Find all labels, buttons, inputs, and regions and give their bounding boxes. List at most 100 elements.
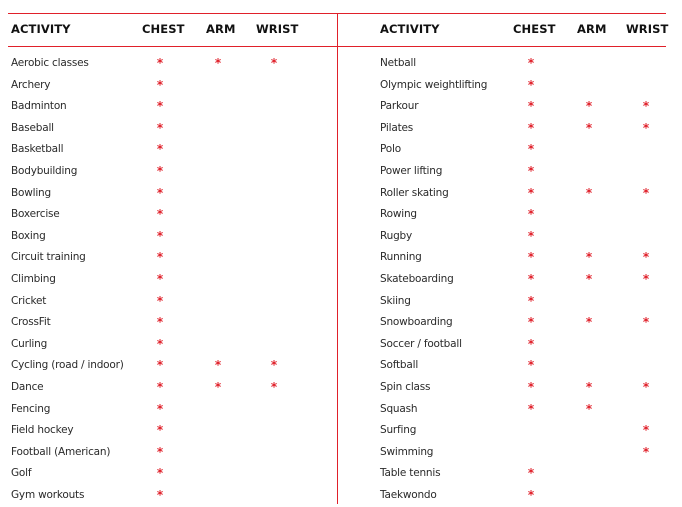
chest-mark-icon: * xyxy=(527,380,535,394)
activity-name: Netball xyxy=(380,57,416,69)
table-row: Table tennis * xyxy=(380,463,680,485)
activity-name: Baseball xyxy=(11,121,54,134)
table-row: Olympic weightlifting * xyxy=(380,75,680,97)
arm-mark-icon: * xyxy=(585,99,593,114)
activity-name: Swimming xyxy=(380,445,434,458)
chest-mark-icon: * xyxy=(156,164,164,178)
wrist-mark-icon: * xyxy=(642,99,650,114)
table-row: CrossFit * xyxy=(11,312,331,334)
activity-name: Running xyxy=(380,251,422,264)
table-row: Boxercise * xyxy=(11,204,331,226)
table-row: Aerobic classes * * * xyxy=(11,53,331,75)
arm-mark-icon: * xyxy=(214,380,222,394)
table-row: Golf * xyxy=(11,463,331,485)
chest-mark-icon: * xyxy=(156,358,164,373)
wrist-mark-icon: * xyxy=(642,272,650,286)
activity-name: Gym workouts xyxy=(11,489,85,501)
table-row: Gym workouts * xyxy=(11,485,331,507)
activity-name: Dance xyxy=(11,381,44,393)
header-arm: ARM xyxy=(577,22,607,36)
activity-name: Spin class xyxy=(380,381,431,393)
activity-name: Softball xyxy=(380,359,419,372)
activity-name: Squash xyxy=(380,402,418,415)
table-row: Power lifting * xyxy=(380,161,680,183)
arm-mark-icon: * xyxy=(585,380,593,394)
table-row: Football (American) * xyxy=(11,442,331,464)
activity-name: Field hockey xyxy=(11,424,74,437)
activity-name: Bowling xyxy=(11,186,51,199)
activity-name: Skiing xyxy=(380,294,411,307)
activity-name: Table tennis xyxy=(380,467,441,480)
activity-name: Climbing xyxy=(11,273,56,285)
activity-name: Aerobic classes xyxy=(11,57,89,69)
wrist-mark-icon: * xyxy=(642,444,650,459)
chest-mark-icon: * xyxy=(156,444,164,459)
chest-mark-icon: * xyxy=(156,293,164,308)
activity-name: Parkour xyxy=(380,100,419,113)
chest-mark-icon: * xyxy=(156,142,164,157)
chest-mark-icon: * xyxy=(527,185,535,200)
activity-name: Golf xyxy=(11,467,32,480)
activity-name: Circuit training xyxy=(11,251,86,264)
chest-mark-icon: * xyxy=(156,336,164,351)
table-row: Bodybuilding * xyxy=(11,161,331,183)
table-row: Fencing * xyxy=(11,399,331,421)
chest-mark-icon: * xyxy=(527,401,535,416)
table-row: Taekwondo * xyxy=(380,485,680,507)
activity-name: Soccer / football xyxy=(380,337,462,350)
arm-mark-icon: * xyxy=(585,272,593,286)
table-row: Rugby * xyxy=(380,226,680,248)
table-row: Roller skating * * * xyxy=(380,183,680,205)
table-row: Field hockey * xyxy=(11,420,331,442)
table-row: Swimming * xyxy=(380,442,680,464)
chest-mark-icon: * xyxy=(527,56,535,70)
table-row: Running * * * xyxy=(380,247,680,269)
table-row: Boxing * xyxy=(11,226,331,248)
header-activity: ACTIVITY xyxy=(380,22,440,36)
arm-mark-icon: * xyxy=(585,185,593,200)
table-row: Surfing * xyxy=(380,420,680,442)
table-row: Spin class * * * xyxy=(380,377,680,399)
activity-name: Archery xyxy=(11,78,51,91)
chest-mark-icon: * xyxy=(527,315,535,330)
arm-mark-icon: * xyxy=(214,358,222,373)
table-row: Cricket * xyxy=(11,291,331,313)
header-arm: ARM xyxy=(206,22,236,36)
chest-mark-icon: * xyxy=(527,120,535,135)
chest-mark-icon: * xyxy=(527,228,535,243)
chest-mark-icon: * xyxy=(527,250,535,265)
chest-mark-icon: * xyxy=(156,380,164,394)
activity-name: Power lifting xyxy=(380,165,443,177)
header-chest: CHEST xyxy=(142,22,185,36)
table-row: Skiing * xyxy=(380,291,680,313)
activity-name: Cricket xyxy=(11,294,47,307)
wrist-mark-icon: * xyxy=(270,56,278,70)
table-row: Archery * xyxy=(11,75,331,97)
wrist-mark-icon: * xyxy=(642,380,650,394)
table-row: Softball * xyxy=(380,355,680,377)
arm-mark-icon: * xyxy=(585,315,593,330)
chest-mark-icon: * xyxy=(527,466,535,481)
table-row: Skateboarding * * * xyxy=(380,269,680,291)
table-row: Curling * xyxy=(11,334,331,356)
table-row: Pilates * * * xyxy=(380,118,680,140)
table-row: Badminton * xyxy=(11,96,331,118)
chest-mark-icon: * xyxy=(527,77,535,92)
chest-mark-icon: * xyxy=(527,488,535,502)
activity-name: Basketball xyxy=(11,143,64,156)
table-row: Circuit training * xyxy=(11,247,331,269)
chest-mark-icon: * xyxy=(156,466,164,481)
activity-name: Taekwondo xyxy=(380,489,437,501)
wrist-mark-icon: * xyxy=(642,250,650,265)
chest-mark-icon: * xyxy=(156,99,164,114)
column-divider xyxy=(337,13,338,504)
activity-name: Bodybuilding xyxy=(11,165,78,177)
activity-name: Curling xyxy=(11,337,48,350)
activity-name: Cycling (road / indoor) xyxy=(11,359,124,372)
activity-name: Surfing xyxy=(380,424,417,437)
chest-mark-icon: * xyxy=(527,142,535,157)
activity-name: Pilates xyxy=(380,121,414,134)
chest-mark-icon: * xyxy=(156,120,164,135)
table-row: Polo * xyxy=(380,139,680,161)
activity-name: Football (American) xyxy=(11,445,111,458)
